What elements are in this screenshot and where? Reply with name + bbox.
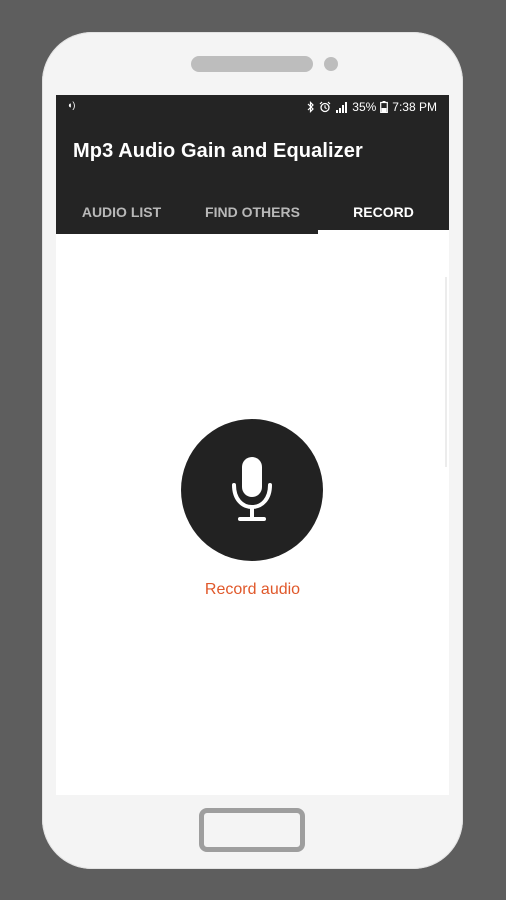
alarm-icon <box>319 101 331 113</box>
app-bar: ◖) 35% 7:38 PM Mp3 Audio Gain and Equali… <box>56 95 449 234</box>
app-title: Mp3 Audio Gain and Equalizer <box>73 140 363 162</box>
bluetooth-icon <box>307 101 315 113</box>
phone-speaker <box>191 56 313 72</box>
tab-bar: AUDIO LIST FIND OTHERS RECORD <box>56 189 449 234</box>
battery-icon <box>380 101 389 113</box>
screen: ◖) 35% 7:38 PM Mp3 Audio Gain and Equali… <box>56 95 449 795</box>
signal-icon <box>336 102 348 113</box>
scroll-indicator <box>445 277 447 467</box>
status-bar: ◖) 35% 7:38 PM <box>56 95 449 119</box>
microphone-icon <box>232 457 272 521</box>
record-audio-button[interactable] <box>181 419 323 561</box>
notification-icon: ◖) <box>67 100 76 110</box>
home-button[interactable] <box>199 808 305 852</box>
status-time: 7:38 PM <box>392 100 437 114</box>
tab-find-others[interactable]: FIND OTHERS <box>187 189 318 234</box>
battery-percent: 35% <box>352 100 377 114</box>
record-audio-label[interactable]: Record audio <box>56 581 449 599</box>
status-icons: 35% 7:38 PM <box>307 100 437 114</box>
tab-audio-list[interactable]: AUDIO LIST <box>56 189 187 234</box>
phone-camera <box>324 57 338 71</box>
tab-record[interactable]: RECORD <box>318 189 449 234</box>
